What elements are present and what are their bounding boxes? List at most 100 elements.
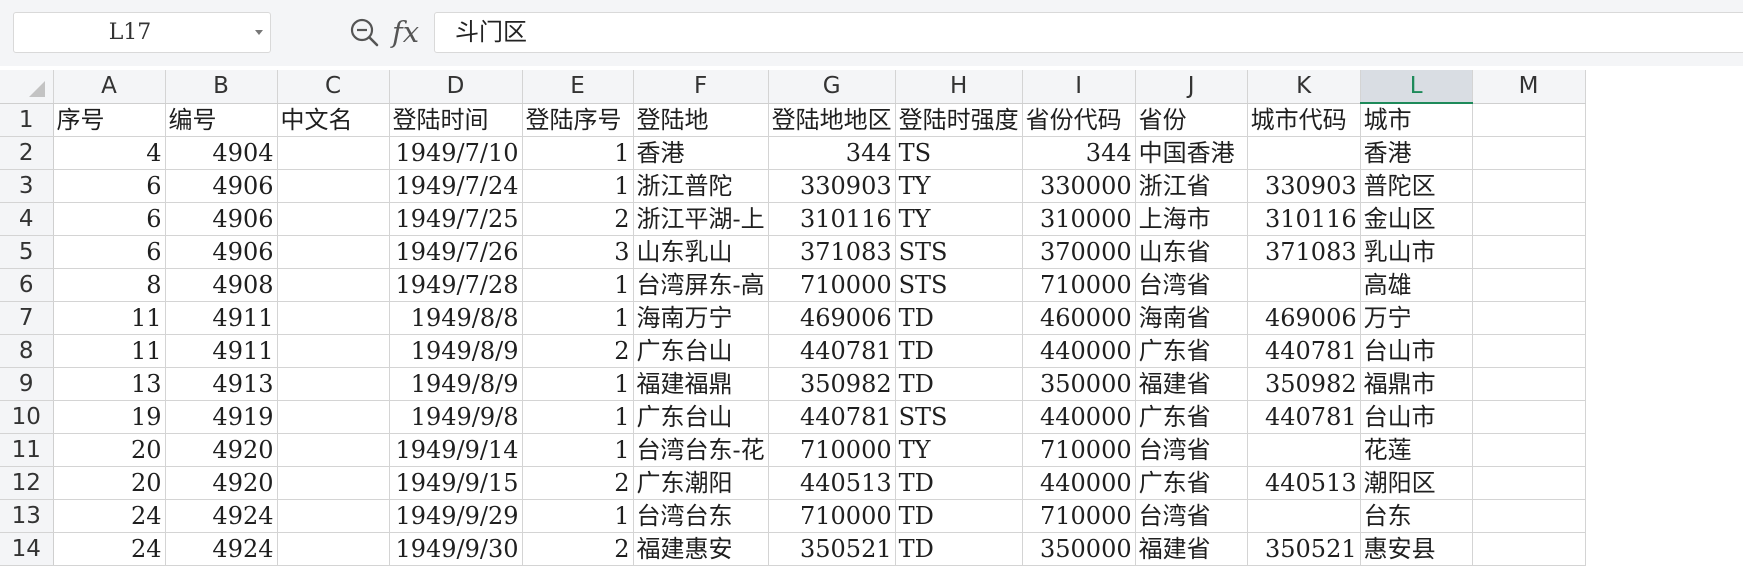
column-header-a[interactable]: A — [53, 70, 166, 104]
cell-e5[interactable]: 3 — [522, 235, 634, 269]
cell-h5[interactable]: STS — [895, 235, 1023, 269]
cell-g14[interactable]: 350521 — [768, 532, 896, 566]
cell-k1[interactable]: 城市代码 — [1247, 103, 1361, 137]
cell-f14[interactable]: 福建惠安 — [633, 532, 769, 566]
cell-f10[interactable]: 广东台山 — [633, 400, 769, 434]
cell-b8[interactable]: 4911 — [165, 334, 278, 368]
cell-l12[interactable]: 潮阳区 — [1360, 466, 1473, 500]
cell-a5[interactable]: 6 — [53, 235, 166, 269]
cell-l3[interactable]: 普陀区 — [1360, 169, 1473, 203]
cell-d14[interactable]: 1949/9/30 — [389, 532, 523, 566]
cell-d10[interactable]: 1949/9/8 — [389, 400, 523, 434]
row-header[interactable]: 12 — [0, 466, 54, 500]
cell-h13[interactable]: TD — [895, 499, 1023, 533]
cell-j3[interactable]: 浙江省 — [1135, 169, 1248, 203]
cell-i10[interactable]: 440000 — [1022, 400, 1136, 434]
cell-h1[interactable]: 登陆时强度 — [895, 103, 1023, 137]
cell-c14[interactable] — [277, 532, 390, 566]
cell-g11[interactable]: 710000 — [768, 433, 896, 467]
column-header-j[interactable]: J — [1135, 70, 1248, 104]
cell-h7[interactable]: TD — [895, 301, 1023, 335]
cell-d4[interactable]: 1949/7/25 — [389, 202, 523, 236]
cell-b10[interactable]: 4919 — [165, 400, 278, 434]
cell-a13[interactable]: 24 — [53, 499, 166, 533]
row-header[interactable]: 1 — [0, 103, 54, 137]
cell-d9[interactable]: 1949/8/9 — [389, 367, 523, 401]
cell-j13[interactable]: 台湾省 — [1135, 499, 1248, 533]
cell-m9[interactable] — [1472, 367, 1586, 401]
cell-h10[interactable]: STS — [895, 400, 1023, 434]
cell-h3[interactable]: TY — [895, 169, 1023, 203]
cell-c12[interactable] — [277, 466, 390, 500]
cell-g5[interactable]: 371083 — [768, 235, 896, 269]
cell-b12[interactable]: 4920 — [165, 466, 278, 500]
cell-j8[interactable]: 广东省 — [1135, 334, 1248, 368]
column-header-e[interactable]: E — [522, 70, 634, 104]
cell-a1[interactable]: 序号 — [53, 103, 166, 137]
cell-c3[interactable] — [277, 169, 390, 203]
row-header[interactable]: 8 — [0, 334, 54, 368]
cell-l7[interactable]: 万宁 — [1360, 301, 1473, 335]
cell-j11[interactable]: 台湾省 — [1135, 433, 1248, 467]
cell-i4[interactable]: 310000 — [1022, 202, 1136, 236]
cell-d1[interactable]: 登陆时间 — [389, 103, 523, 137]
cell-d13[interactable]: 1949/9/29 — [389, 499, 523, 533]
cell-e11[interactable]: 1 — [522, 433, 634, 467]
column-header-d[interactable]: D — [389, 70, 523, 104]
cell-m10[interactable] — [1472, 400, 1586, 434]
column-header-c[interactable]: C — [277, 70, 390, 104]
fx-icon[interactable]: fx — [392, 13, 419, 51]
cell-k3[interactable]: 330903 — [1247, 169, 1361, 203]
cell-i5[interactable]: 370000 — [1022, 235, 1136, 269]
cell-c4[interactable] — [277, 202, 390, 236]
cell-i7[interactable]: 460000 — [1022, 301, 1136, 335]
cell-g10[interactable]: 440781 — [768, 400, 896, 434]
cell-f4[interactable]: 浙江平湖-上 — [633, 202, 769, 236]
cell-h9[interactable]: TD — [895, 367, 1023, 401]
cell-e12[interactable]: 2 — [522, 466, 634, 500]
cell-k13[interactable] — [1247, 499, 1361, 533]
row-header[interactable]: 2 — [0, 136, 54, 170]
row-header[interactable]: 13 — [0, 499, 54, 533]
cell-a6[interactable]: 8 — [53, 268, 166, 302]
cell-k9[interactable]: 350982 — [1247, 367, 1361, 401]
cell-k8[interactable]: 440781 — [1247, 334, 1361, 368]
cell-i8[interactable]: 440000 — [1022, 334, 1136, 368]
cell-k2[interactable] — [1247, 136, 1361, 170]
cell-f9[interactable]: 福建福鼎 — [633, 367, 769, 401]
cell-g6[interactable]: 710000 — [768, 268, 896, 302]
cell-m5[interactable] — [1472, 235, 1586, 269]
cell-j14[interactable]: 福建省 — [1135, 532, 1248, 566]
cell-l1[interactable]: 城市 — [1360, 103, 1473, 137]
cell-b7[interactable]: 4911 — [165, 301, 278, 335]
cell-h2[interactable]: TS — [895, 136, 1023, 170]
cell-m13[interactable] — [1472, 499, 1586, 533]
cell-b5[interactable]: 4906 — [165, 235, 278, 269]
cell-b1[interactable]: 编号 — [165, 103, 278, 137]
cell-c1[interactable]: 中文名 — [277, 103, 390, 137]
cell-e8[interactable]: 2 — [522, 334, 634, 368]
row-header[interactable]: 5 — [0, 235, 54, 269]
cell-g7[interactable]: 469006 — [768, 301, 896, 335]
cell-k4[interactable]: 310116 — [1247, 202, 1361, 236]
cell-e6[interactable]: 1 — [522, 268, 634, 302]
cell-g13[interactable]: 710000 — [768, 499, 896, 533]
cell-l9[interactable]: 福鼎市 — [1360, 367, 1473, 401]
cell-a14[interactable]: 24 — [53, 532, 166, 566]
cell-h11[interactable]: TY — [895, 433, 1023, 467]
cell-d5[interactable]: 1949/7/26 — [389, 235, 523, 269]
cell-g12[interactable]: 440513 — [768, 466, 896, 500]
cell-i9[interactable]: 350000 — [1022, 367, 1136, 401]
cell-f3[interactable]: 浙江普陀 — [633, 169, 769, 203]
cell-b9[interactable]: 4913 — [165, 367, 278, 401]
cell-f2[interactable]: 香港 — [633, 136, 769, 170]
cell-f12[interactable]: 广东潮阳 — [633, 466, 769, 500]
cell-j12[interactable]: 广东省 — [1135, 466, 1248, 500]
cell-c2[interactable] — [277, 136, 390, 170]
cell-m4[interactable] — [1472, 202, 1586, 236]
cell-k6[interactable] — [1247, 268, 1361, 302]
column-header-l[interactable]: L — [1360, 70, 1473, 104]
cell-k5[interactable]: 371083 — [1247, 235, 1361, 269]
cell-a9[interactable]: 13 — [53, 367, 166, 401]
cell-a11[interactable]: 20 — [53, 433, 166, 467]
